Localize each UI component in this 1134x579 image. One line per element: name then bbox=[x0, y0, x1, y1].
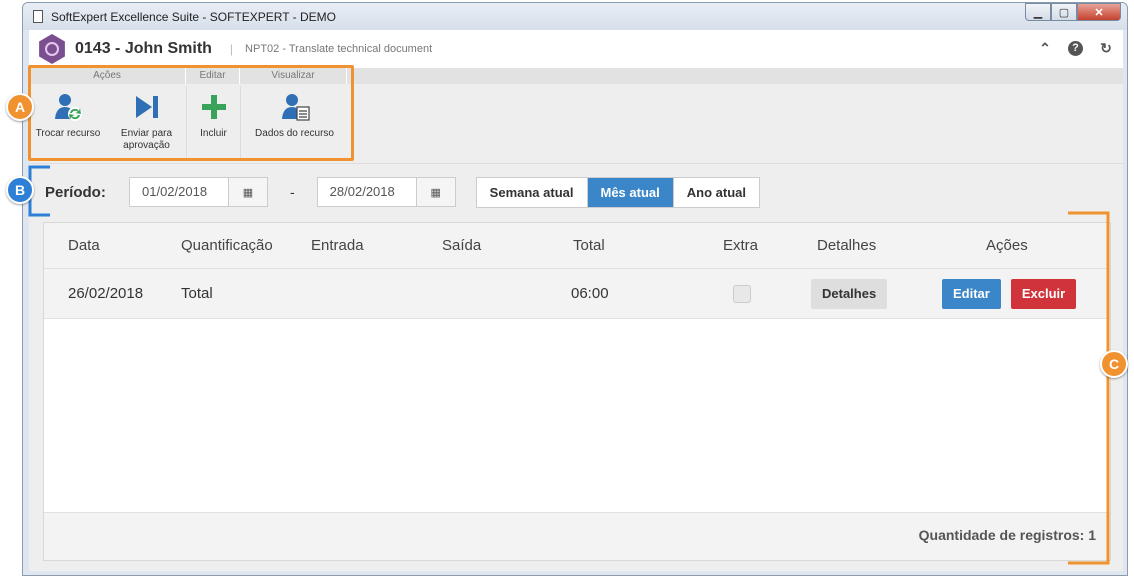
table-footer: Quantidade de registros: 1 bbox=[44, 512, 1110, 560]
end-date-field[interactable]: 28/02/2018 ▦ bbox=[316, 177, 456, 207]
cell-acoes: Editar Excluir bbox=[942, 269, 1077, 318]
col-header-extra[interactable]: Extra bbox=[723, 223, 758, 268]
minimize-button[interactable]: ▁ bbox=[1025, 3, 1051, 21]
col-header-detalhes[interactable]: Detalhes bbox=[817, 223, 876, 268]
period-filter: Período: 01/02/2018 ▦ - 28/02/2018 ▦ Sem… bbox=[29, 164, 1123, 220]
page-header: 0143 - John Smith | NPT02 - Translate te… bbox=[29, 30, 1123, 68]
cell-extra bbox=[733, 269, 751, 318]
period-segmented-control: Semana atual Mês atual Ano atual bbox=[475, 176, 760, 208]
avatar bbox=[39, 34, 65, 64]
window-title: SoftExpert Excellence Suite - SOFTEXPERT… bbox=[51, 9, 336, 24]
page-subtitle: NPT02 - Translate technical document bbox=[245, 43, 433, 55]
close-button[interactable]: ✕ bbox=[1077, 3, 1121, 21]
cell-total: 06:00 bbox=[571, 285, 609, 302]
period-label: Período: bbox=[45, 183, 106, 201]
table-header: Data Quantificação Entrada Saída Total E… bbox=[44, 223, 1110, 269]
title-bar: SoftExpert Excellence Suite - SOFTEXPERT… bbox=[23, 3, 1127, 30]
records-table: Data Quantificação Entrada Saída Total E… bbox=[43, 222, 1111, 561]
callout-badge-b: B bbox=[6, 176, 34, 204]
calendar-icon[interactable]: ▦ bbox=[228, 178, 267, 206]
extra-checkbox[interactable] bbox=[733, 284, 751, 303]
editar-button[interactable]: Editar bbox=[942, 278, 1001, 309]
window-controls: ▁ ▢ ✕ bbox=[1025, 3, 1121, 21]
document-icon bbox=[33, 10, 43, 23]
refresh-icon[interactable]: ↻ bbox=[1097, 40, 1115, 57]
end-date-value[interactable]: 28/02/2018 bbox=[318, 178, 416, 206]
col-header-acoes: Ações bbox=[986, 237, 1028, 254]
col-header-saida[interactable]: Saída bbox=[442, 223, 481, 268]
callout-badge-a: A bbox=[6, 93, 34, 121]
help-icon[interactable]: ? bbox=[1068, 41, 1083, 56]
collapse-icon[interactable]: ⌃ bbox=[1036, 40, 1054, 57]
maximize-button[interactable]: ▢ bbox=[1051, 3, 1077, 21]
page-title: 0143 - John Smith bbox=[75, 40, 212, 57]
calendar-icon[interactable]: ▦ bbox=[415, 178, 455, 206]
cell-data: 26/02/2018 bbox=[68, 285, 144, 302]
clock-icon bbox=[45, 42, 59, 56]
col-header-quantificacao[interactable]: Quantificação bbox=[181, 223, 273, 268]
ano-atual-button[interactable]: Ano atual bbox=[672, 177, 759, 207]
start-date-field[interactable]: 01/02/2018 ▦ bbox=[129, 177, 268, 207]
detalhes-button[interactable]: Detalhes bbox=[811, 278, 888, 309]
mes-atual-button[interactable]: Mês atual bbox=[586, 177, 673, 207]
callout-box-a bbox=[28, 65, 354, 161]
col-header-total[interactable]: Total bbox=[573, 223, 605, 268]
table-row[interactable]: 26/02/2018 Total 06:00 Detalhes Editar E… bbox=[44, 269, 1110, 319]
col-header-entrada[interactable]: Entrada bbox=[311, 223, 364, 268]
header-icons: ⌃ ? ↻ bbox=[1036, 40, 1115, 57]
header-separator: | bbox=[229, 42, 234, 56]
date-range-dash: - bbox=[290, 184, 295, 200]
cell-quantificacao: Total bbox=[181, 285, 213, 302]
col-header-data[interactable]: Data bbox=[68, 223, 100, 268]
cell-detalhes: Detalhes bbox=[811, 269, 888, 318]
start-date-value[interactable]: 01/02/2018 bbox=[130, 178, 228, 206]
callout-bracket-c bbox=[1068, 211, 1110, 565]
callout-badge-c: C bbox=[1100, 350, 1128, 378]
semana-atual-button[interactable]: Semana atual bbox=[477, 178, 587, 207]
